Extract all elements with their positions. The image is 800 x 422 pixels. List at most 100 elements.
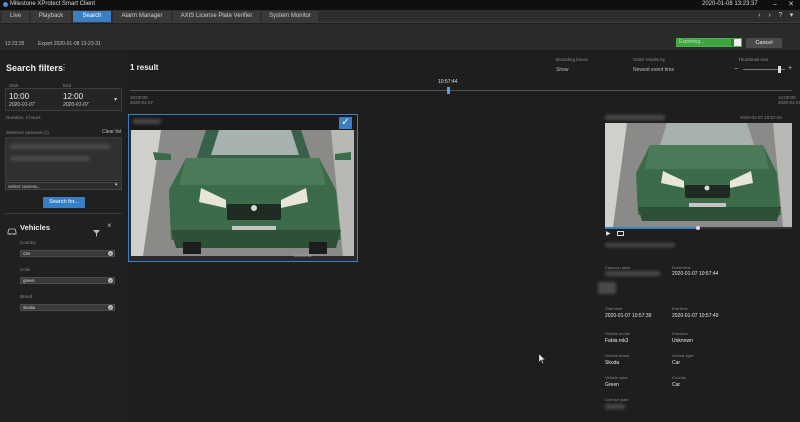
cancel-button[interactable]: Cancel: [746, 38, 782, 48]
direction-value: Unknown: [672, 338, 693, 344]
playback-progress-fill: [605, 227, 698, 229]
timeline[interactable]: [130, 90, 792, 91]
minimize-button[interactable]: –: [770, 0, 780, 9]
thumbnail-footer-time: 00:00:05: [294, 253, 312, 258]
clear-color-icon[interactable]: ×: [108, 278, 113, 283]
export-indicator: [734, 39, 741, 46]
selected-cameras-label: Selected cameras (1): [6, 130, 49, 135]
export-status: Exporting...: [679, 39, 705, 45]
start-time-value: 2020-01-07 10:57:39: [605, 313, 652, 319]
tab-playback[interactable]: Playback: [31, 11, 71, 22]
color-value: green: [23, 278, 35, 283]
result-card-header: [129, 115, 357, 130]
tab-system-monitor[interactable]: System Monitor: [262, 11, 318, 22]
chevron-down-icon[interactable]: ▾: [115, 182, 118, 188]
time-range-dropdown-icon[interactable]: ▾: [114, 96, 117, 103]
app-logo-icon: [3, 2, 8, 7]
playback-knob[interactable]: [696, 226, 700, 230]
timeline-current-time: 10:57:44: [438, 79, 458, 85]
end-time-value: 2020-01-07 10:57:49: [672, 313, 719, 319]
bounding-boxes-label: Bounding boxes: [556, 57, 589, 62]
preview-camera-blurred: [605, 115, 665, 120]
end-date[interactable]: 2020-01-07: [63, 102, 89, 108]
license-plate-value-blurred: [605, 404, 625, 409]
country-label: Country: [20, 240, 36, 245]
vehicle-model-label: Vehicle model: [605, 331, 630, 336]
zoom-out-icon[interactable]: −: [734, 66, 738, 73]
vehicle-model-value: Fabia mk3: [605, 338, 629, 344]
clear-list-link[interactable]: Clear list: [102, 129, 121, 135]
timeline-end-date: 2020-01-07: [778, 100, 800, 105]
country-detail-label: Country: [672, 375, 687, 380]
direction-label: Direction: [672, 331, 688, 336]
tab-alarm-manager[interactable]: Alarm Manager: [113, 11, 171, 22]
divider: [5, 213, 122, 214]
select-camera-dropdown[interactable]: Select camera...: [5, 182, 122, 190]
camera-name-blurred: [133, 119, 161, 124]
fullscreen-icon[interactable]: [617, 231, 624, 236]
duration-text: Duration: 2 hours: [6, 115, 41, 120]
order-by-label: Order results by: [633, 57, 666, 62]
brand-field[interactable]: skoda ×: [20, 304, 115, 311]
brand-value: skoda: [23, 305, 36, 310]
result-count: 1 result: [130, 63, 159, 72]
filter-icon[interactable]: [93, 224, 100, 237]
bounding-boxes-select[interactable]: Show: [556, 67, 569, 73]
forward-icon[interactable]: ›: [765, 11, 774, 21]
color-field[interactable]: green ×: [20, 277, 115, 284]
thumbnail-size-label: Thumbnail size: [738, 57, 769, 62]
camera-entry-blurred[interactable]: [10, 144, 110, 149]
end-time-label: End time: [672, 306, 688, 311]
preview-image[interactable]: [605, 123, 792, 227]
more-options-icon[interactable]: ⋮: [60, 63, 68, 72]
system-datetime: 2020-01-08 13:23:37: [702, 1, 758, 7]
tab-axis-lpv[interactable]: AXIS License Plate Verifier: [173, 11, 260, 22]
event-time-label: Event time: [672, 265, 691, 270]
vehicle-icon: [7, 222, 17, 235]
order-by-select[interactable]: Newest event time: [633, 67, 674, 73]
start-time[interactable]: 10:00: [9, 92, 29, 101]
thumbnail-size-knob[interactable]: [778, 66, 781, 73]
help-icon[interactable]: ?: [776, 11, 785, 21]
menu-icon[interactable]: ▾: [787, 11, 796, 21]
mouse-cursor-icon: [538, 353, 546, 366]
vehicle-type-value: Car: [672, 360, 681, 366]
close-button[interactable]: ✕: [786, 0, 796, 9]
close-filter-icon[interactable]: ×: [107, 221, 112, 230]
tab-live[interactable]: Live: [2, 11, 29, 22]
tab-search[interactable]: Search: [73, 11, 111, 22]
zoom-in-icon[interactable]: +: [788, 65, 792, 72]
color-label: Color: [20, 267, 31, 272]
preview-info-blurred: [605, 243, 675, 247]
toolbar-time: 13:23:35: [5, 41, 25, 47]
country-value: cze: [23, 251, 31, 256]
vehicle-brand-value: Skoda: [605, 360, 620, 366]
country-detail-value: Car: [672, 382, 681, 388]
timeline-start-date: 2020-01-07: [130, 100, 154, 105]
back-icon[interactable]: ‹: [755, 11, 764, 21]
vehicle-type-label: Vehicle type: [672, 353, 694, 358]
end-time[interactable]: 12:00: [63, 92, 83, 101]
brand-label: Brand: [20, 294, 33, 299]
app-title: Milestone XProtect Smart Client: [10, 1, 96, 7]
camera-name-value-blurred-2: [598, 282, 616, 294]
country-field[interactable]: cze ×: [20, 250, 115, 257]
search-for-button[interactable]: Search for...: [43, 197, 85, 208]
result-checkbox[interactable]: ✓: [339, 117, 352, 129]
event-time-value: 2020-01-07 10:57:44: [672, 271, 719, 277]
clear-country-icon[interactable]: ×: [108, 251, 113, 256]
export-name: Export 2020-01-08 13-23-31: [38, 41, 101, 47]
start-date[interactable]: 2020-01-07: [9, 102, 35, 108]
play-icon[interactable]: ▶: [606, 230, 611, 237]
clear-brand-icon[interactable]: ×: [108, 305, 113, 310]
vehicles-title: Vehicles: [20, 223, 51, 232]
start-time-label: Start time: [605, 306, 623, 311]
vehicle-color-value: Green: [605, 382, 619, 388]
license-plate-label: License plate: [605, 397, 629, 402]
vehicle-brand-label: Vehicle brand: [605, 353, 630, 358]
camera-name-value-blurred: [605, 271, 660, 276]
result-thumbnail-image[interactable]: [131, 130, 354, 256]
filters-title: Search filters: [6, 63, 64, 73]
preview-timestamp: 2020-01-07 10:57:44: [740, 115, 782, 120]
timeline-marker[interactable]: [447, 87, 450, 94]
